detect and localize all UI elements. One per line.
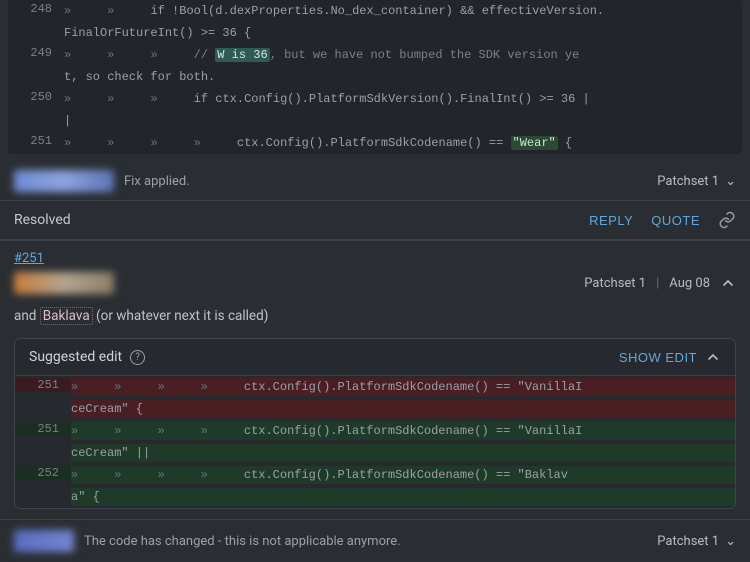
avatar [14, 530, 74, 552]
resolved-label: Resolved [14, 212, 71, 228]
baklava-token: Baklava [40, 307, 93, 325]
avatar [14, 272, 114, 294]
comment-actions-bar: Resolved REPLY QUOTE [0, 200, 750, 240]
comment-text: and Baklava (or whatever next it is call… [0, 302, 750, 334]
help-icon[interactable]: ? [130, 350, 145, 365]
suggested-edit-title: Suggested edit [29, 349, 122, 365]
suggested-diff: 251» » » » ctx.Config().PlatformSdkCoden… [15, 376, 735, 508]
chevron-up-icon[interactable] [705, 349, 721, 365]
code-line: FinalOrFutureInt() >= 36 { [8, 22, 742, 44]
suggested-edit-header: Suggested edit ? SHOW EDIT [15, 339, 735, 376]
code-line: 249» » » // W is 36, but we have not bum… [8, 44, 742, 66]
comment-date: Aug 08 [669, 276, 710, 291]
quote-button[interactable]: QUOTE [651, 213, 700, 228]
code-line: 250» » » if ctx.Config().PlatformSdkVers… [8, 88, 742, 110]
stale-comment-row: The code has changed - this is not appli… [0, 519, 750, 562]
patchset-label: Patchset 1 [584, 276, 646, 291]
stale-text: The code has changed - this is not appli… [84, 534, 401, 549]
code-line: 251» » » » ctx.Config().PlatformSdkCoden… [8, 132, 742, 154]
diff-added-line: 251» » » » ctx.Config().PlatformSdkCoden… [15, 420, 735, 442]
link-icon[interactable] [718, 211, 736, 229]
diff-added-line: ceCream" || [15, 442, 735, 464]
code-context-block: 248» » if !Bool(d.dexProperties.No_dex_c… [8, 0, 742, 154]
diff-removed-line: 251» » » » ctx.Config().PlatformSdkCoden… [15, 376, 735, 398]
comment-card: #251 Patchset 1 | Aug 08 and Baklava (or… [0, 240, 750, 509]
fix-applied-row: Fix applied. Patchset 1 ⌄ [0, 162, 750, 200]
diff-added-line: a" { [15, 486, 735, 508]
avatar [14, 170, 114, 192]
code-line: t, so check for both. [8, 66, 742, 88]
fix-status-text: Fix applied. [124, 174, 190, 189]
code-line: 248» » if !Bool(d.dexProperties.No_dex_c… [8, 0, 742, 22]
chevron-down-icon: ⌄ [725, 534, 736, 549]
show-edit-button[interactable]: SHOW EDIT [619, 350, 697, 365]
reply-button[interactable]: REPLY [589, 213, 633, 228]
code-line: | [8, 110, 742, 132]
chevron-up-icon[interactable] [720, 275, 736, 291]
suggested-edit-box: Suggested edit ? SHOW EDIT 251» » » » ct… [14, 338, 736, 509]
patchset-selector[interactable]: Patchset 1 ⌄ [657, 174, 736, 189]
patchset-selector[interactable]: Patchset 1 ⌄ [657, 534, 736, 549]
patchset-label: Patchset 1 [657, 174, 719, 189]
chevron-down-icon: ⌄ [725, 174, 736, 189]
diff-removed-line: ceCream" { [15, 398, 735, 420]
diff-added-line: 252» » » » ctx.Config().PlatformSdkCoden… [15, 464, 735, 486]
line-anchor-link[interactable]: #251 [14, 251, 44, 266]
